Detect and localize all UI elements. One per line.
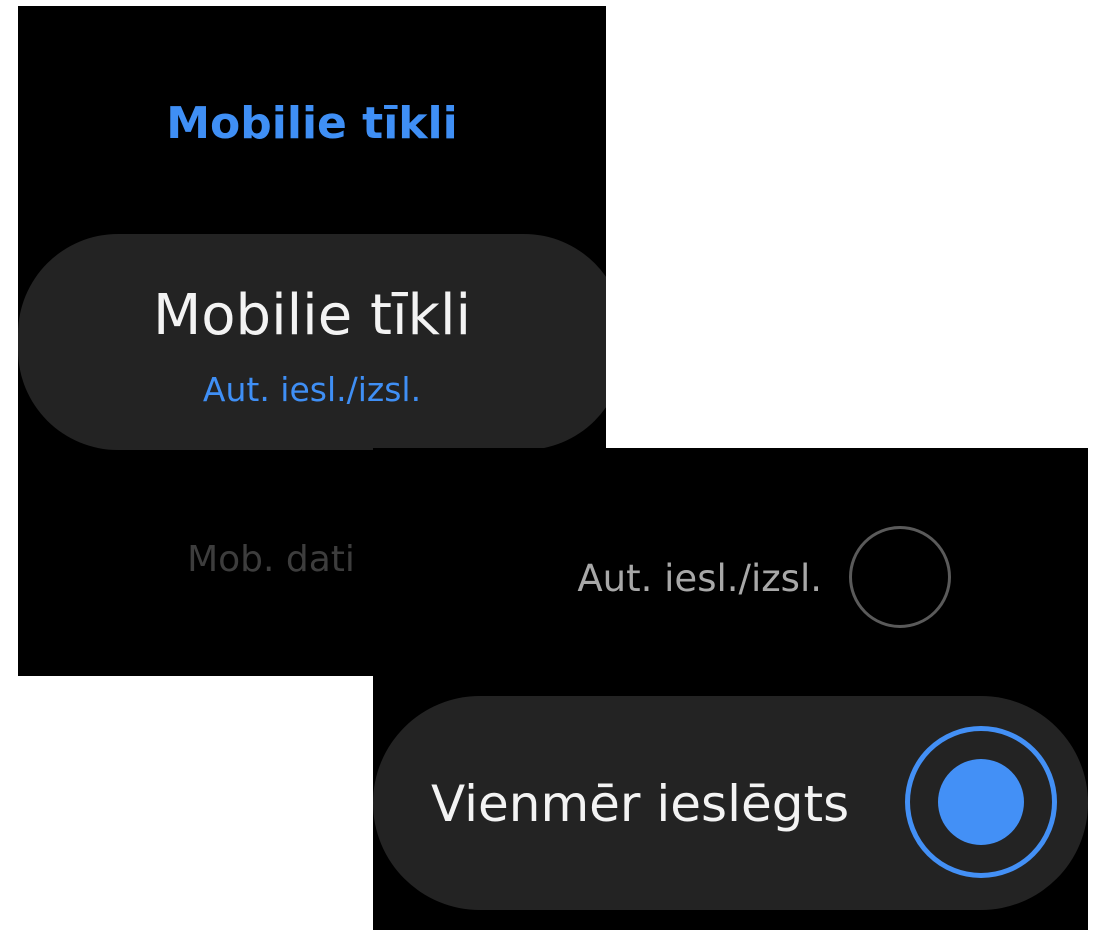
menu-item-title: Mobilie tīkli — [152, 283, 472, 348]
mobile-networks-menu-item[interactable]: Mobilie tīkli Aut. iesl./izsl. — [18, 234, 606, 450]
menu-item-value: Aut. iesl./izsl. — [202, 370, 422, 409]
radio-dot — [938, 759, 1024, 845]
option-auto-on-off[interactable]: Aut. iesl./izsl. — [373, 526, 1088, 630]
option-label: Aut. iesl./izsl. — [577, 557, 822, 600]
option-label: Vienmēr ieslēgts — [431, 775, 850, 833]
radio-selected-icon[interactable] — [905, 726, 1057, 878]
page-title: Mobilie tīkli — [166, 98, 458, 149]
mobile-networks-options-screen: Aut. iesl./izsl. Vienmēr ieslēgts — [373, 448, 1088, 930]
radio-unselected-icon[interactable] — [849, 526, 951, 628]
option-always-on[interactable]: Vienmēr ieslēgts — [373, 696, 1088, 910]
